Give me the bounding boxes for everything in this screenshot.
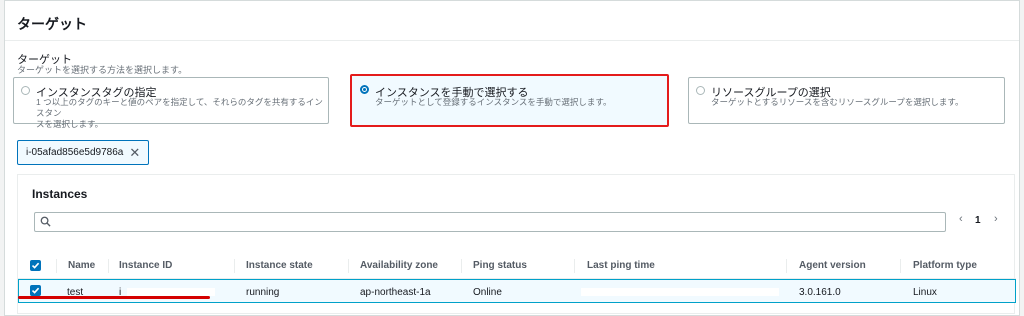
- target-field-description: ターゲットを選択する方法を選択します。: [17, 65, 188, 75]
- panel-title: ターゲット: [17, 16, 87, 32]
- option-description: ターゲットとするリソースを含むリソースグループを選択します。: [711, 97, 964, 108]
- cell-platform-type: Linux: [913, 287, 937, 298]
- column-header-ping-status[interactable]: Ping status: [473, 260, 527, 271]
- column-divider: [348, 259, 349, 273]
- option-resource-group[interactable]: リソースグループの選択 ターゲットとするリソースを含むリソースグループを選択しま…: [688, 77, 1005, 124]
- column-header-agent-version[interactable]: Agent version: [799, 260, 866, 271]
- column-header-instance-state[interactable]: Instance state: [246, 260, 313, 271]
- annotation-underline: [18, 296, 210, 299]
- close-icon[interactable]: ✕: [129, 146, 140, 159]
- column-divider: [574, 259, 575, 273]
- checkmark-icon: [31, 287, 40, 294]
- column-header-name[interactable]: Name: [68, 260, 95, 271]
- column-divider: [56, 259, 57, 273]
- table-header: Name Instance ID Instance state Availabi…: [18, 251, 1016, 279]
- row-checkbox[interactable]: [30, 285, 41, 296]
- cell-ping-status: Online: [473, 287, 502, 298]
- cell-instance-state: running: [246, 287, 280, 298]
- option-manual-selection[interactable]: インスタンスを手動で選択する ターゲットとして登録するインスタンスを手動で選択し…: [350, 74, 669, 127]
- option-description-line: ターゲットとするリソースを含むリソースグループを選択します。: [711, 97, 964, 107]
- radio-button-selected[interactable]: [360, 85, 369, 94]
- radio-button[interactable]: [696, 86, 705, 95]
- search-icon: [40, 216, 51, 227]
- targets-panel: ターゲット ターゲット ターゲットを選択する方法を選択します。 インスタンスタグ…: [4, 0, 1020, 316]
- instances-table-container: Instances ‹ 1 › Name Instance ID Instanc…: [17, 174, 1016, 314]
- column-header-instance-id[interactable]: Instance ID: [119, 260, 172, 271]
- column-header-last-ping-time[interactable]: Last ping time: [587, 260, 655, 271]
- column-divider: [234, 259, 235, 273]
- option-description: 1 つ以上のタグのキーと値のペアを指定して、それらのタグを共有するインスタン ス…: [36, 97, 328, 130]
- column-header-availability-zone[interactable]: Availability zone: [360, 260, 438, 271]
- cell-availability-zone: ap-northeast-1a: [360, 287, 431, 298]
- checkmark-icon: [31, 262, 40, 269]
- chevron-left-icon[interactable]: ‹: [959, 213, 963, 225]
- table-row[interactable]: test i running ap-northeast-1a Online 3.…: [18, 279, 1016, 303]
- column-divider: [786, 259, 787, 273]
- cell-agent-version: 3.0.161.0: [799, 287, 841, 298]
- column-divider: [461, 259, 462, 273]
- token-label: i-05afad856e5d9786a: [26, 147, 124, 158]
- search-input[interactable]: [34, 212, 946, 232]
- option-description-line: スを選択します。: [36, 119, 104, 129]
- panel-header: ターゲット: [5, 1, 1019, 41]
- redaction-block: [127, 288, 215, 296]
- option-description: ターゲットとして登録するインスタンスを手動で選択します。: [375, 97, 612, 108]
- option-tag-based[interactable]: インスタンスタグの指定 1 つ以上のタグのキーと値のペアを指定して、それらのタグ…: [13, 77, 329, 129]
- redaction-block: [581, 288, 779, 296]
- column-divider: [108, 259, 109, 273]
- instances-title: Instances: [32, 187, 88, 201]
- column-header-platform-type[interactable]: Platform type: [913, 260, 977, 271]
- column-divider: [900, 259, 901, 273]
- chevron-right-icon[interactable]: ›: [994, 213, 998, 225]
- select-all-checkbox[interactable]: [30, 260, 41, 271]
- option-description-line: ターゲットとして登録するインスタンスを手動で選択します。: [375, 97, 612, 107]
- radio-button[interactable]: [21, 86, 30, 95]
- selected-instance-token: i-05afad856e5d9786a ✕: [17, 140, 150, 165]
- page-number[interactable]: 1: [975, 215, 981, 226]
- option-description-line: 1 つ以上のタグのキーと値のペアを指定して、それらのタグを共有するインスタン: [36, 97, 323, 118]
